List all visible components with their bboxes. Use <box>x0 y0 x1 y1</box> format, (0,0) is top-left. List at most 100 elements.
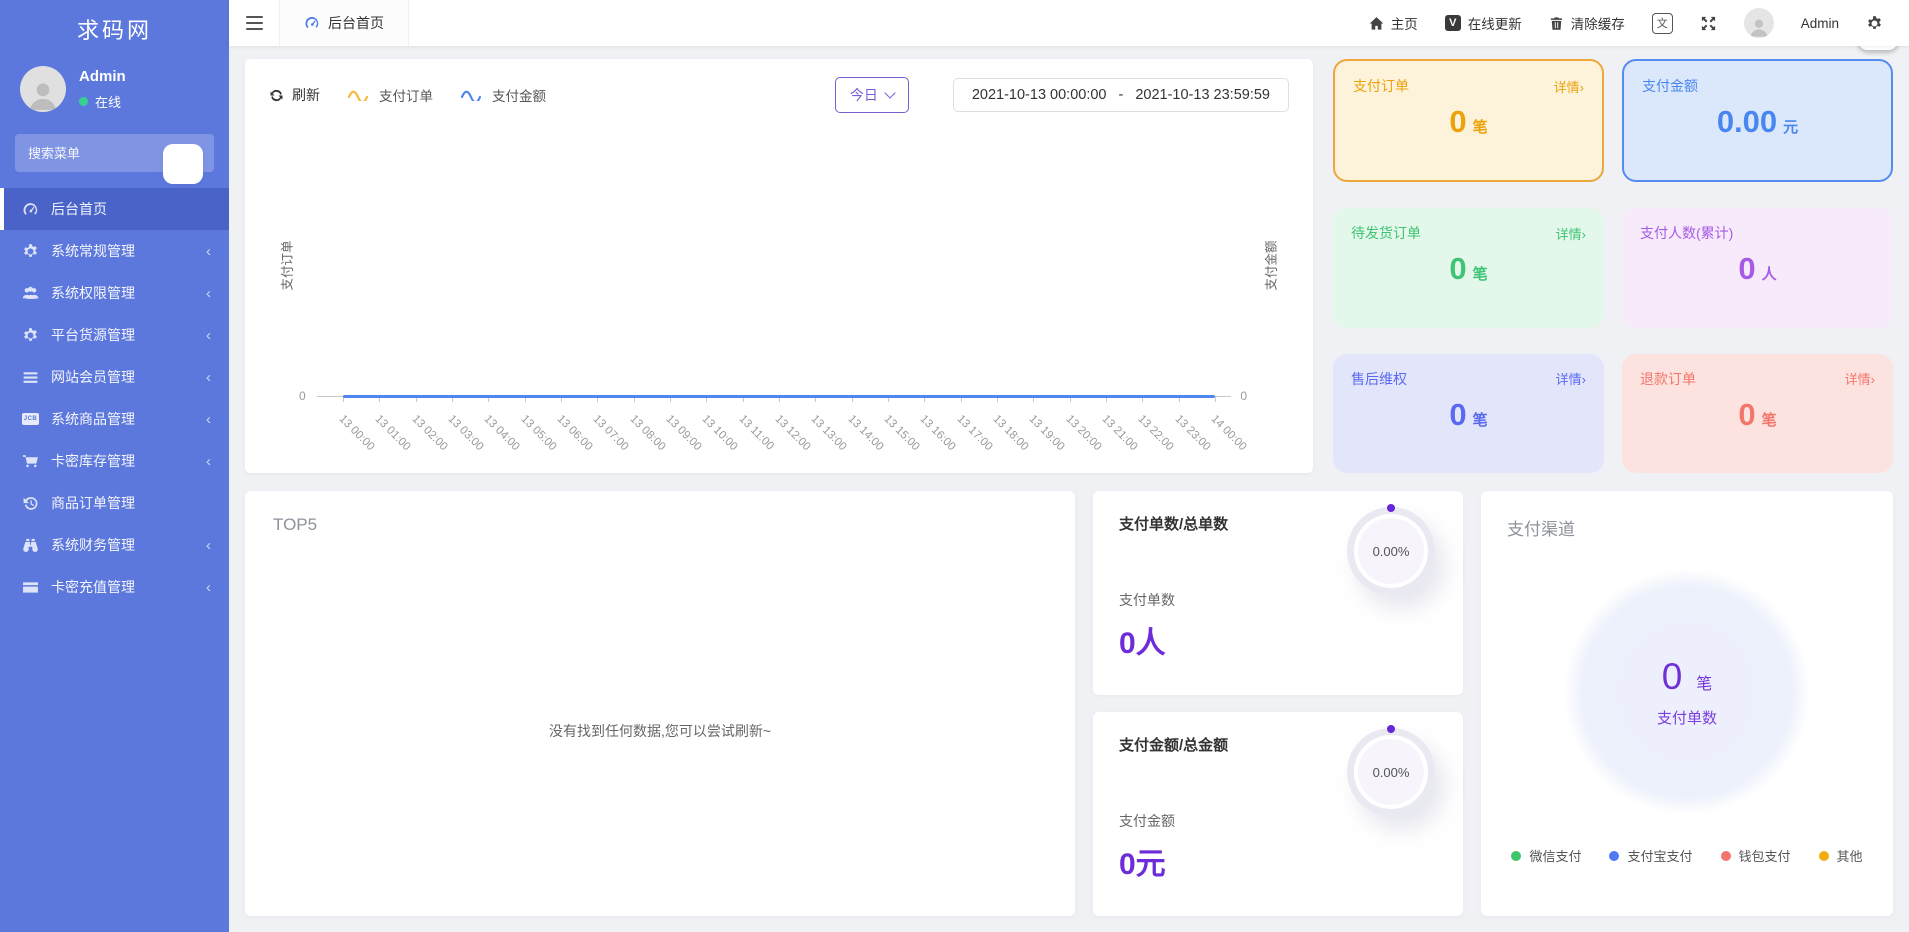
stat-card-refunds[interactable]: 退款订单 详情› 0笔 <box>1622 354 1893 473</box>
sidebar-item-stock[interactable]: 卡密库存管理 ‹ <box>0 440 229 482</box>
stat-card-pay-amount[interactable]: 支付金额 0.00元 <box>1622 59 1893 182</box>
line-chart: 支付订单 支付金额 0 0 13 00:0013 01:0013 02:0013… <box>269 117 1289 465</box>
channel-legend-item[interactable]: 其他 <box>1819 846 1863 865</box>
user-profile[interactable]: Admin 在线 <box>0 58 229 126</box>
credit-card-icon <box>22 579 39 596</box>
home-link[interactable]: 主页 <box>1369 13 1418 33</box>
x-axis-label: 13 10:00 <box>700 413 740 453</box>
person-icon <box>26 78 60 112</box>
wave-icon <box>461 89 485 101</box>
x-axis-label: 13 05:00 <box>518 413 558 453</box>
trend-chart-card: 刷新 支付订单 支付金额 今日 <box>245 59 1313 473</box>
x-axis-label: 13 15:00 <box>882 413 922 453</box>
gauge-percent: 0.00% <box>1358 739 1424 805</box>
sidebar-item-products[interactable]: JCB 系统商品管理 ‹ <box>0 398 229 440</box>
translate-icon[interactable]: 文 <box>1652 13 1673 34</box>
sidebar-item-label: 后台首页 <box>51 199 107 219</box>
empty-state-text: 没有找到任何数据,您可以尝试刷新~ <box>245 721 1075 741</box>
sidebar-item-system-general[interactable]: 系统常规管理 ‹ <box>0 230 229 272</box>
settings-gear-icon[interactable] <box>1866 15 1883 32</box>
detail-link[interactable]: 详情› <box>1554 77 1584 96</box>
menu-toggle-button[interactable] <box>229 0 279 46</box>
stat-card-payer-count[interactable]: 支付人数(累计) 0人 <box>1622 208 1893 327</box>
chevron-down-icon <box>884 87 895 98</box>
x-axis-label: 13 14:00 <box>845 413 885 453</box>
sidebar-item-label: 系统财务管理 <box>51 535 135 555</box>
tab-dashboard[interactable]: 后台首页 <box>279 0 409 46</box>
chevron-left-icon: ‹ <box>206 328 211 343</box>
refresh-icon <box>269 88 284 103</box>
gears-icon <box>22 327 39 344</box>
date-end: 2021-10-13 23:59:59 <box>1135 87 1270 103</box>
legend-label: 钱包支付 <box>1739 846 1791 865</box>
clear-cache-link[interactable]: 清除缓存 <box>1549 13 1625 33</box>
legend-item-pay-orders[interactable]: 支付订单 <box>348 85 433 105</box>
stat-value: 0笔 <box>1351 251 1586 287</box>
avatar[interactable] <box>1744 8 1774 38</box>
channel-legend-item[interactable]: 支付宝支付 <box>1609 846 1692 865</box>
fullscreen-icon[interactable] <box>1700 15 1717 32</box>
x-axis-label: 13 18:00 <box>991 413 1031 453</box>
date-range-input[interactable]: 2021-10-13 00:00:00 - 2021-10-13 23:59:5… <box>953 78 1289 112</box>
stat-value: 0笔 <box>1640 397 1875 433</box>
history-icon <box>22 495 39 512</box>
username[interactable]: Admin <box>1801 16 1839 31</box>
sidebar-item-finance[interactable]: 系统财务管理 ‹ <box>0 524 229 566</box>
cart-icon <box>22 453 39 470</box>
detail-link[interactable]: 详情› <box>1845 369 1875 388</box>
channel-legend: 微信支付 支付宝支付 钱包支付 其他 <box>1511 846 1862 865</box>
legend-dot-icon <box>1609 851 1619 861</box>
range-select-button[interactable]: 今日 <box>835 77 909 113</box>
wave-icon <box>348 89 372 101</box>
sidebar-item-supply[interactable]: 平台货源管理 ‹ <box>0 314 229 356</box>
payment-channels-panel: 支付渠道 0 笔 支付单数 微信支付支付宝支付钱包支付其他 <box>1481 491 1893 916</box>
sidebar-item-dashboard[interactable]: 后台首页 <box>0 188 229 230</box>
stat-title: 待发货订单 <box>1351 223 1421 243</box>
app-root: 求码网 Admin 在线 后台首页 系 <box>0 0 1909 932</box>
stat-card-pay-orders[interactable]: 支付订单 详情› 0笔 <box>1333 59 1604 182</box>
donut-chart: 0 笔 支付单数 <box>1537 542 1837 842</box>
legend-label: 支付宝支付 <box>1627 846 1692 865</box>
x-axis-label: 13 23:00 <box>1172 413 1212 453</box>
sidebar-menu: 后台首页 系统常规管理 ‹ 系统权限管理 ‹ 平台货源管理 ‹ 网站会员管理 ‹ <box>0 188 229 932</box>
legend-label: 支付金额 <box>492 85 546 105</box>
x-axis-label: 13 13:00 <box>809 413 849 453</box>
gauge-dot-icon <box>1387 725 1395 733</box>
stat-title: 支付订单 <box>1353 76 1409 96</box>
stat-card-aftersales[interactable]: 售 售后维权 详情› 0笔 <box>1333 354 1604 473</box>
online-update-link[interactable]: V 在线更新 <box>1445 13 1522 33</box>
sidebar-item-recharge[interactable]: 卡密充值管理 ‹ <box>0 566 229 608</box>
panel-title: TOP5 <box>273 515 1047 535</box>
donut-label: 支付单数 <box>1657 707 1717 728</box>
x-axis-label: 13 11:00 <box>736 413 776 453</box>
gauge-dot-icon <box>1387 504 1395 512</box>
legend-label: 其他 <box>1837 846 1863 865</box>
date-start: 2021-10-13 00:00:00 <box>972 87 1107 103</box>
sidebar: 求码网 Admin 在线 后台首页 系 <box>0 0 229 932</box>
clear-cache-label: 清除缓存 <box>1571 13 1625 33</box>
y-axis-right-title: 支付金额 <box>1260 241 1279 291</box>
gauge-percent: 0.00% <box>1358 518 1424 584</box>
chevron-left-icon: ‹ <box>206 454 211 469</box>
search-icon[interactable] <box>163 144 203 184</box>
stat-card-pending-shipments[interactable]: 待发货订单 详情› 0笔 <box>1333 208 1604 327</box>
channel-legend-item[interactable]: 钱包支付 <box>1721 846 1791 865</box>
legend-item-pay-amount[interactable]: 支付金额 <box>461 85 546 105</box>
ring-gauge: 0.00% <box>1347 507 1435 595</box>
detail-link[interactable]: 详情› <box>1556 224 1586 243</box>
content: 刷新 支付订单 支付金额 今日 <box>229 46 1909 932</box>
channel-legend-item[interactable]: 微信支付 <box>1511 846 1581 865</box>
detail-link[interactable]: 详情› <box>1556 369 1586 388</box>
stat-title: 支付人数(累计) <box>1640 223 1733 243</box>
sidebar-item-members[interactable]: 网站会员管理 ‹ <box>0 356 229 398</box>
user-status: 在线 <box>95 92 121 111</box>
online-update-label: 在线更新 <box>1468 13 1522 33</box>
refresh-label: 刷新 <box>292 85 320 105</box>
sidebar-item-label: 系统商品管理 <box>51 409 135 429</box>
sidebar-item-permissions[interactable]: 系统权限管理 ‹ <box>0 272 229 314</box>
stat-value: 0笔 <box>1353 104 1584 140</box>
ring-gauge: 0.00% <box>1347 728 1435 816</box>
refresh-button[interactable]: 刷新 <box>269 85 320 105</box>
x-axis-label: 13 09:00 <box>664 413 704 453</box>
sidebar-item-orders[interactable]: 商品订单管理 <box>0 482 229 524</box>
